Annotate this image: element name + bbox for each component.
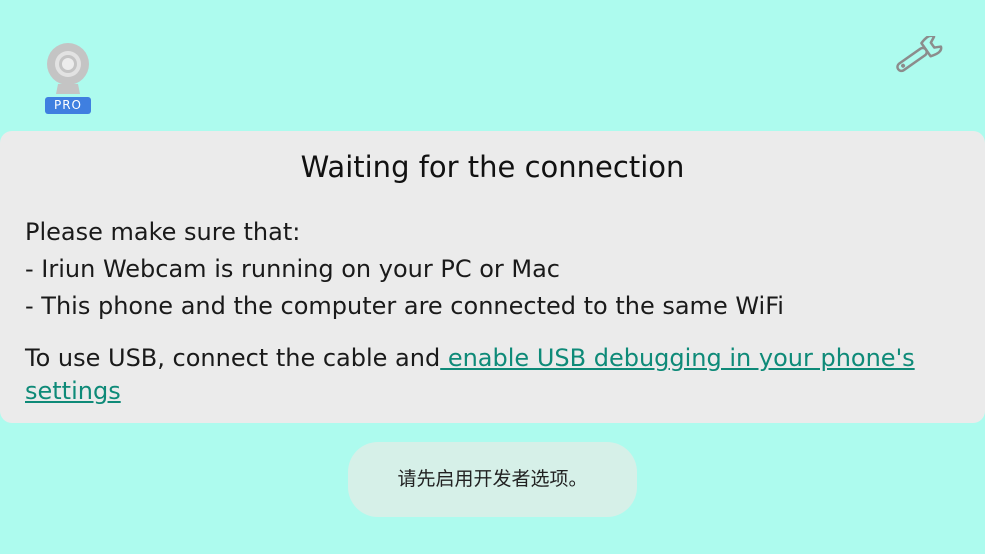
card-title: Waiting for the connection bbox=[300, 150, 685, 184]
toast-message: 请先启用开发者选项。 bbox=[348, 442, 637, 517]
instruction-line: - Iriun Webcam is running on your PC or … bbox=[25, 255, 560, 283]
wrench-icon bbox=[896, 34, 943, 73]
instructions: Please make sure that: - Iriun Webcam is… bbox=[25, 214, 955, 325]
instruction-line: Please make sure that: bbox=[25, 218, 301, 246]
instruction-line: - This phone and the computer are connec… bbox=[25, 292, 784, 320]
webcam-icon bbox=[47, 43, 89, 94]
usb-text: To use USB, connect the cable and bbox=[25, 344, 441, 372]
settings-button[interactable] bbox=[890, 34, 944, 76]
usb-instructions: To use USB, connect the cable and enable… bbox=[25, 342, 955, 408]
pro-badge: PRO bbox=[45, 97, 91, 114]
